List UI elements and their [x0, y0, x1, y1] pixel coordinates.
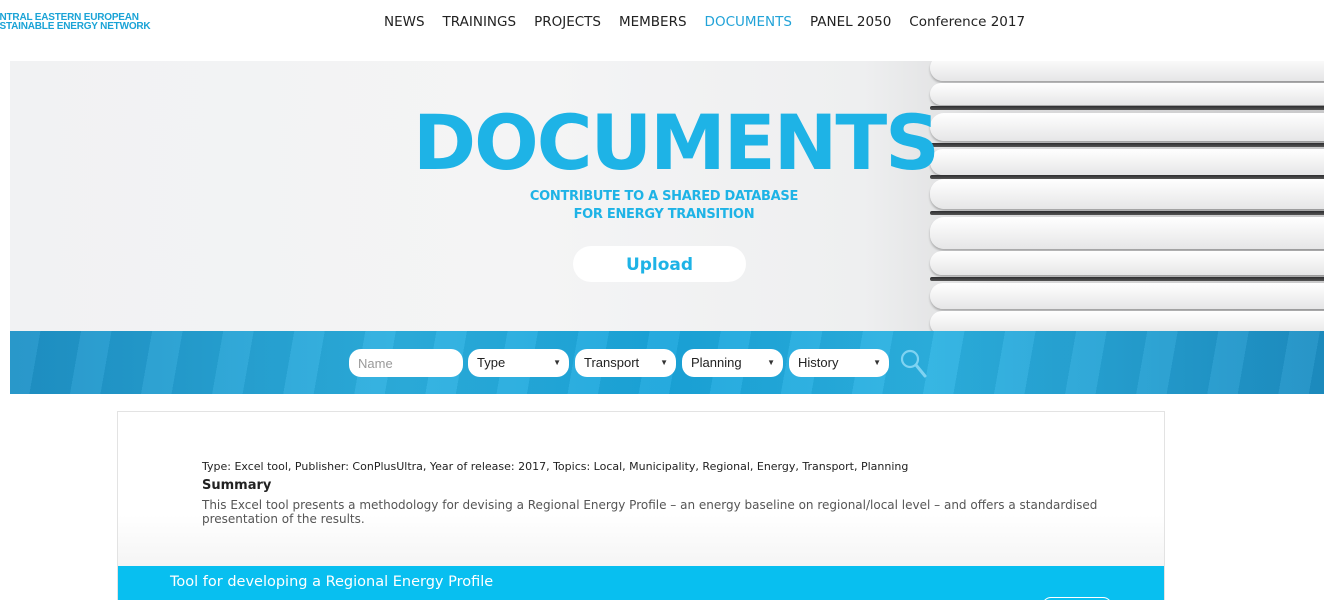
page-title: DOCUMENTS [413, 98, 940, 187]
logo-line-2: SUSTAINABLE ENERGY NETWORK [0, 21, 151, 32]
chevron-down-icon: ▼ [660, 358, 668, 367]
nav-item-trainings[interactable]: TRAININGS [443, 14, 517, 30]
nav-item-panel-2050[interactable]: PANEL 2050 [810, 14, 891, 30]
paper-stack-image [930, 61, 1324, 331]
summary-heading: Summary [202, 478, 272, 493]
document-title-bar[interactable]: Tool for developing a Regional Energy Pr… [118, 566, 1164, 600]
hero-subtitle-line-1: CONTRIBUTE TO A SHARED DATABASE [529, 189, 799, 204]
history-select[interactable]: History ▼ [789, 349, 889, 377]
document-meta: Type: Excel tool, Publisher: ConPlusUltr… [202, 460, 909, 473]
search-icon[interactable] [899, 348, 927, 378]
summary-text: This Excel tool presents a methodology f… [202, 498, 1098, 526]
nav-item-conference-2017[interactable]: Conference 2017 [909, 14, 1025, 30]
history-select-value: History [798, 355, 839, 370]
nav-item-projects[interactable]: PROJECTS [534, 14, 601, 30]
chevron-down-icon: ▼ [553, 358, 561, 367]
transport-select-value: Transport [584, 355, 640, 370]
upload-button[interactable]: Upload [573, 246, 746, 282]
type-select[interactable]: Type ▼ [468, 349, 569, 377]
nav-item-documents[interactable]: DOCUMENTS [705, 14, 792, 30]
hero-subtitle: CONTRIBUTE TO A SHARED DATABASE FOR ENER… [454, 188, 874, 224]
chevron-down-icon: ▼ [873, 358, 881, 367]
nav-item-news[interactable]: NEWS [384, 14, 425, 30]
type-select-value: Type [477, 355, 506, 370]
main-nav: NEWS TRAININGS PROJECTS MEMBERS DOCUMENT… [384, 14, 1043, 30]
transport-select[interactable]: Transport ▼ [575, 349, 676, 377]
planning-select-value: Planning [691, 355, 742, 370]
document-card: Type: Excel tool, Publisher: ConPlusUltr… [117, 411, 1165, 600]
site-logo[interactable]: CENTRAL EASTERN EUROPEAN SUSTAINABLE ENE… [0, 13, 170, 31]
planning-select[interactable]: Planning ▼ [682, 349, 783, 377]
nav-item-members[interactable]: MEMBERS [619, 14, 687, 30]
hero-banner: DOCUMENTS CONTRIBUTE TO A SHARED DATABAS… [10, 61, 1324, 331]
name-search-input[interactable] [349, 349, 463, 377]
chevron-down-icon: ▼ [767, 358, 775, 367]
document-title[interactable]: Tool for developing a Regional Energy Pr… [170, 574, 493, 590]
hero-subtitle-line-2: FOR ENERGY TRANSITION [573, 207, 755, 222]
